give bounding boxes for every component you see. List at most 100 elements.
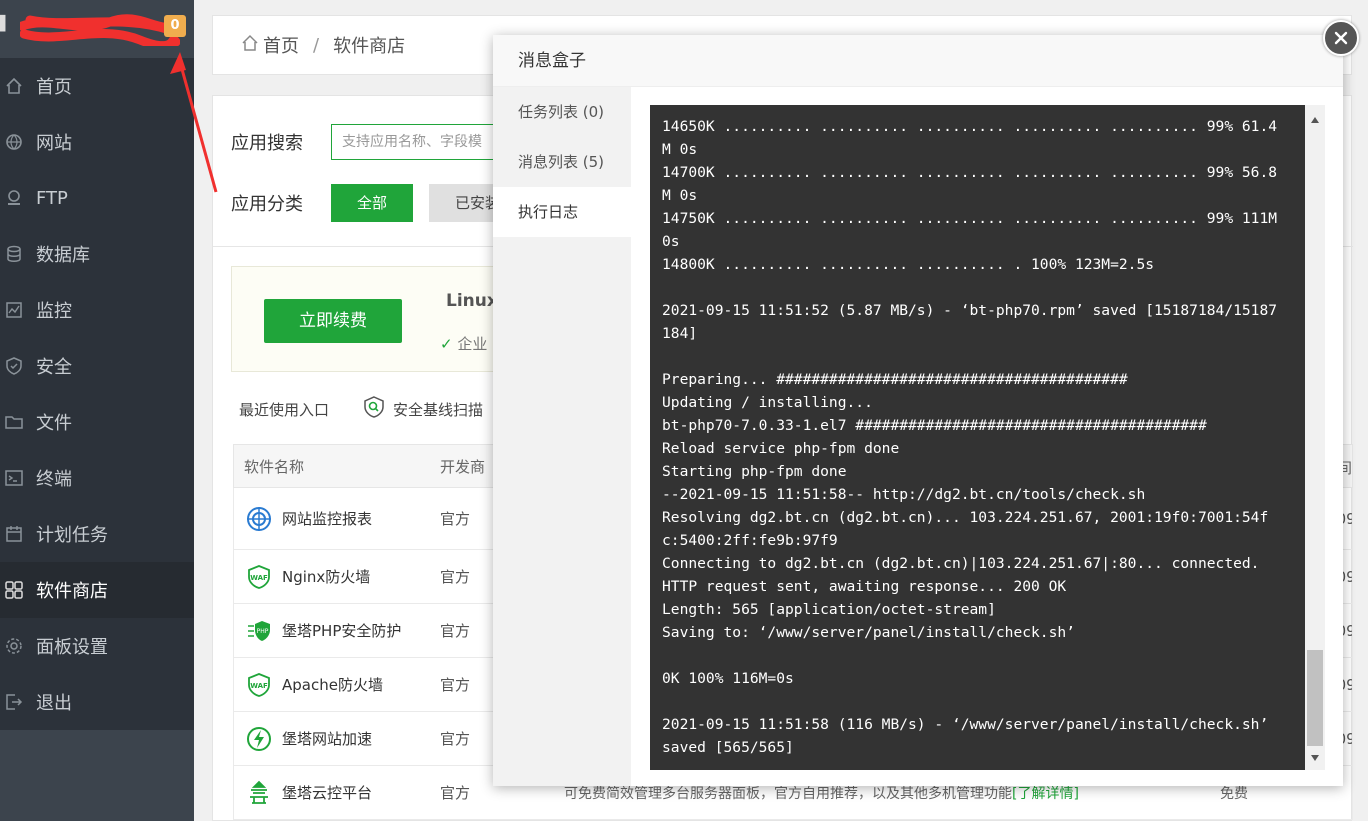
sidebar-item-label: 数据库	[36, 245, 90, 266]
svg-text:WAF: WAF	[250, 682, 268, 690]
log-output: 14650K .......... .......... .......... …	[650, 105, 1305, 770]
tab-task-list[interactable]: 任务列表 (0)	[493, 87, 631, 137]
log-line: c:5400:2ff:fe9b:97f9	[662, 532, 838, 549]
modal-title: 消息盒子	[493, 35, 1343, 87]
tab-message-list[interactable]: 消息列表 (5)	[493, 137, 631, 187]
close-icon	[1334, 31, 1348, 45]
ftp-icon	[4, 188, 24, 208]
search-input[interactable]: 支持应用名称、字段模	[331, 124, 511, 160]
promo-feature-text: 企业	[457, 335, 488, 353]
sidebar-item-logout[interactable]: 退出	[0, 674, 194, 730]
scroll-up-icon[interactable]	[1310, 109, 1320, 128]
recent-entry-bar: 最近使用入口 安全基线扫描	[239, 396, 483, 422]
sidebar-item-label: 安全	[36, 357, 72, 378]
log-console[interactable]: 14650K .......... .......... .......... …	[650, 105, 1325, 770]
sidebar-item-label: 网站	[36, 133, 72, 154]
log-scrollbar[interactable]	[1305, 105, 1325, 770]
sidebar-item-security[interactable]: 安全	[0, 338, 194, 394]
log-line: 14700K .......... .......... .......... …	[662, 164, 1278, 181]
svg-text:WAF: WAF	[250, 574, 268, 582]
software-name: Nginx防火墙	[282, 568, 371, 586]
sidebar-item-label: 首页	[36, 77, 72, 98]
check-icon: ✓	[440, 335, 458, 353]
learn-more-link[interactable]: [了解详情]	[1012, 786, 1079, 802]
sidebar-item-website[interactable]: 网站	[0, 114, 194, 170]
sidebar-item-label: 软件商店	[36, 581, 108, 602]
software-name: 堡塔云控平台	[282, 784, 373, 802]
log-line: M 0s	[662, 187, 698, 204]
breadcrumb-current: 软件商店	[333, 36, 406, 57]
breadcrumb-separator: /	[313, 34, 320, 56]
log-line: Updating / installing...	[662, 394, 873, 411]
scroll-down-icon[interactable]	[1310, 747, 1320, 766]
shield-icon	[4, 356, 24, 376]
log-line: bt-php70-7.0.33-1.el7 ##################…	[662, 417, 1207, 434]
lightning-icon	[244, 724, 274, 754]
sidebar-item-files[interactable]: 文件	[0, 394, 194, 450]
sidebar-item-panel-settings[interactable]: 面板设置	[0, 618, 194, 674]
log-line: Preparing... ###########################…	[662, 371, 1128, 388]
log-line: 184]	[662, 325, 698, 342]
software-name: 网站监控报表	[282, 510, 373, 528]
close-button[interactable]	[1323, 20, 1359, 56]
breadcrumb-home[interactable]: 首页	[263, 32, 299, 58]
category-row: 应用分类 全部 已安装	[231, 184, 527, 222]
waf-icon: WAF	[244, 562, 274, 592]
header-name: 软件名称	[244, 457, 305, 476]
home-icon[interactable]	[241, 34, 259, 57]
sidebar-item-label: 退出	[36, 693, 72, 714]
sidebar-item-software-store[interactable]: 软件商店	[0, 562, 194, 618]
shield-scan-icon	[363, 396, 385, 422]
log-line: M 0s	[662, 141, 698, 158]
sidebar-header: ▌ 0	[0, 0, 194, 56]
sidebar-item-database[interactable]: 数据库	[0, 226, 194, 282]
sidebar-item-ftp[interactable]: FTP	[0, 170, 194, 226]
modal-tabs: 任务列表 (0) 消息列表 (5) 执行日志	[493, 87, 631, 786]
sidebar-item-terminal[interactable]: 终端	[0, 450, 194, 506]
message-box-modal: 消息盒子 任务列表 (0) 消息列表 (5) 执行日志 14650K .....…	[493, 35, 1343, 786]
cloud-control-icon	[244, 778, 274, 808]
grid-icon	[4, 580, 24, 600]
log-line: Saving to: ‘/www/server/panel/install/ch…	[662, 624, 1075, 641]
monitor-icon	[4, 300, 24, 320]
software-name: 堡塔网站加速	[282, 730, 373, 748]
sidebar-item-cron[interactable]: 计划任务	[0, 506, 194, 562]
folder-icon	[4, 412, 24, 432]
gear-icon	[4, 636, 24, 656]
app-search-row: 应用搜索 支持应用名称、字段模	[231, 124, 511, 160]
tab-execution-log[interactable]: 执行日志	[493, 187, 631, 237]
terminal-icon	[4, 468, 24, 488]
notification-badge[interactable]: 0	[164, 15, 186, 37]
log-line: Length: 565 [application/octet-stream]	[662, 601, 996, 618]
monitor-report-icon	[244, 504, 274, 534]
sidebar-item-monitor[interactable]: 监控	[0, 282, 194, 338]
category-label: 应用分类	[231, 194, 303, 215]
calendar-icon	[4, 524, 24, 544]
log-line: 2021-09-15 11:51:58 (116 MB/s) - ‘/www/s…	[662, 716, 1269, 733]
database-icon	[4, 244, 24, 264]
log-line: 14650K .......... .......... .......... …	[662, 118, 1278, 135]
sidebar-item-label: 计划任务	[36, 525, 108, 546]
waf-icon: WAF	[244, 670, 274, 700]
sidebar-item-home[interactable]: 首页	[0, 58, 194, 114]
scrollbar-thumb[interactable]	[1307, 650, 1323, 746]
home-icon	[4, 76, 24, 96]
log-line: 2021-09-15 11:51:52 (5.87 MB/s) - ‘bt-ph…	[662, 302, 1278, 319]
redaction-scribble	[20, 14, 180, 46]
security-scan-link[interactable]: 安全基线扫描	[393, 399, 483, 420]
log-line: HTTP request sent, awaiting response... …	[662, 578, 1067, 595]
logout-icon	[4, 692, 24, 712]
log-line: Starting php-fpm done	[662, 463, 847, 480]
software-name: 堡塔PHP安全防护	[282, 622, 402, 640]
sidebar-item-label: 终端	[36, 469, 72, 490]
log-line: Resolving dg2.bt.cn (dg2.bt.cn)... 103.2…	[662, 509, 1269, 526]
log-line: saved [565/565]	[662, 739, 794, 756]
log-line: 0K 100% 116M=0s	[662, 670, 794, 687]
category-all-button[interactable]: 全部	[331, 184, 414, 222]
log-line: Reload service php-fpm done	[662, 440, 900, 457]
server-logo-icon: ▌	[0, 16, 11, 32]
renew-button[interactable]: 立即续费	[264, 299, 402, 343]
